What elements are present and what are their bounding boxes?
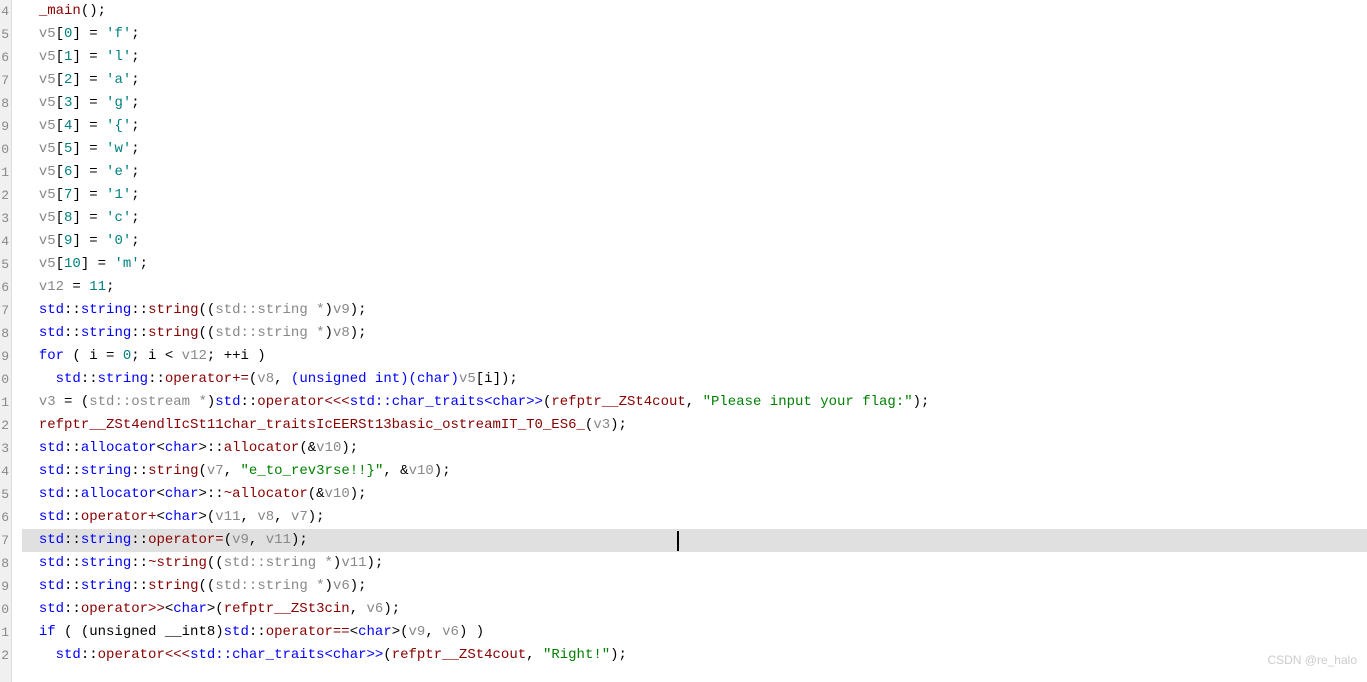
text-cursor — [677, 531, 679, 551]
line-number: 7 — [0, 299, 9, 322]
code-line[interactable]: v5[5] = 'w'; — [22, 138, 1367, 161]
line-number: 2 — [0, 414, 9, 437]
line-number: 3 — [0, 207, 9, 230]
code-line[interactable]: std::operator>><char>(refptr__ZSt3cin, v… — [22, 598, 1367, 621]
line-number: 4 — [0, 230, 9, 253]
line-number: 6 — [0, 46, 9, 69]
code-line[interactable]: v5[2] = 'a'; — [22, 69, 1367, 92]
code-line[interactable]: std::allocator<char>::~allocator(&v10); — [22, 483, 1367, 506]
code-line[interactable]: std::string::string((std::string *)v8); — [22, 322, 1367, 345]
line-number: 5 — [0, 253, 9, 276]
line-number: 3 — [0, 437, 9, 460]
code-line[interactable]: std::string::string(v7, "e_to_rev3rse!!}… — [22, 460, 1367, 483]
watermark: CSDN @re_halo — [1267, 649, 1357, 672]
code-line[interactable]: refptr__ZSt4endlIcSt11char_traitsIcEERSt… — [22, 414, 1367, 437]
code-line[interactable]: for ( i = 0; i < v12; ++i ) — [22, 345, 1367, 368]
line-number: 0 — [0, 368, 9, 391]
code-editor: 45678901234567890123456789012 _main(); v… — [0, 0, 1367, 682]
line-number: 8 — [0, 92, 9, 115]
code-area[interactable]: _main(); v5[0] = 'f'; v5[1] = 'l'; v5[2]… — [12, 0, 1367, 682]
line-number: 2 — [0, 184, 9, 207]
line-number: 9 — [0, 115, 9, 138]
code-line[interactable]: _main(); — [22, 0, 1367, 23]
code-line[interactable]: v5[9] = '0'; — [22, 230, 1367, 253]
code-line[interactable]: std::allocator<char>::allocator(&v10); — [22, 437, 1367, 460]
code-line[interactable]: v5[6] = 'e'; — [22, 161, 1367, 184]
line-number: 4 — [0, 460, 9, 483]
line-number: 5 — [0, 23, 9, 46]
line-number: 1 — [0, 621, 9, 644]
line-number: 2 — [0, 644, 9, 667]
code-line[interactable]: std::string::operator+=(v8, (unsigned in… — [22, 368, 1367, 391]
code-line[interactable]: v5[8] = 'c'; — [22, 207, 1367, 230]
line-number: 5 — [0, 483, 9, 506]
line-number: 8 — [0, 552, 9, 575]
line-number: 1 — [0, 391, 9, 414]
code-line[interactable]: v3 = (std::ostream *)std::operator<<<std… — [22, 391, 1367, 414]
line-number: 0 — [0, 138, 9, 161]
line-number: 1 — [0, 161, 9, 184]
line-number: 0 — [0, 598, 9, 621]
code-line-active[interactable]: std::string::operator=(v9, v11); — [22, 529, 1367, 552]
code-line[interactable]: v5[10] = 'm'; — [22, 253, 1367, 276]
code-line[interactable]: std::operator<<<std::char_traits<char>>(… — [22, 644, 1367, 667]
line-number: 9 — [0, 575, 9, 598]
line-number-gutter: 45678901234567890123456789012 — [0, 0, 12, 682]
code-line[interactable]: std::string::string((std::string *)v6); — [22, 575, 1367, 598]
code-line[interactable]: if ( (unsigned __int8)std::operator==<ch… — [22, 621, 1367, 644]
code-line[interactable]: std::string::string((std::string *)v9); — [22, 299, 1367, 322]
code-line[interactable]: v5[7] = '1'; — [22, 184, 1367, 207]
code-line[interactable]: v5[1] = 'l'; — [22, 46, 1367, 69]
line-number: 6 — [0, 276, 9, 299]
line-number: 7 — [0, 529, 9, 552]
code-line[interactable]: std::operator+<char>(v11, v8, v7); — [22, 506, 1367, 529]
func-call: _main — [39, 3, 81, 19]
line-number: 8 — [0, 322, 9, 345]
code-line[interactable]: std::string::~string((std::string *)v11)… — [22, 552, 1367, 575]
code-line[interactable]: v12 = 11; — [22, 276, 1367, 299]
line-number: 7 — [0, 69, 9, 92]
code-line[interactable]: v5[4] = '{'; — [22, 115, 1367, 138]
code-line[interactable]: v5[3] = 'g'; — [22, 92, 1367, 115]
line-number: 4 — [0, 0, 9, 23]
code-line[interactable]: v5[0] = 'f'; — [22, 23, 1367, 46]
line-number: 6 — [0, 506, 9, 529]
line-number: 9 — [0, 345, 9, 368]
